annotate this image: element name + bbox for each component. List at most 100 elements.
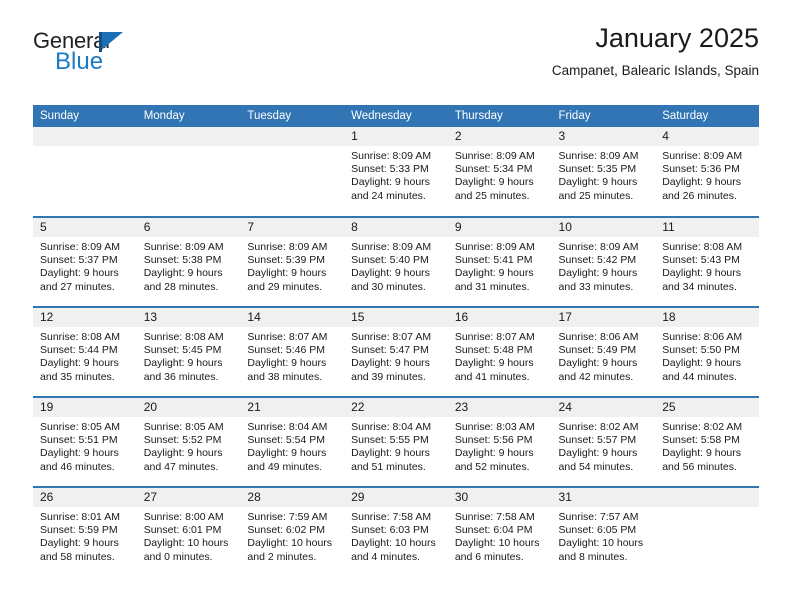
- calendar-day-cell[interactable]: 14 Sunrise: 8:07 AM Sunset: 5:46 PM Dayligh…: [240, 307, 345, 398]
- calendar-day-cell[interactable]: 5 Sunrise: 8:09 AM Sunset: 5:37 PM Daylight…: [33, 217, 137, 308]
- daylight-line: Daylight: 9 hours: [558, 267, 638, 280]
- daylight-line-cont: and 30 minutes.: [351, 280, 426, 293]
- calendar-day-cell[interactable]: 3 Sunrise: 8:09 AM Sunset: 5:35 PM Daylight…: [551, 127, 656, 218]
- day-details: [655, 507, 759, 511]
- calendar-week-row: 5 Sunrise: 8:09 AM Sunset: 5:37 PM Daylight…: [33, 217, 759, 308]
- day-number: 18: [655, 308, 759, 327]
- daylight-line: Daylight: 9 hours: [40, 267, 119, 280]
- day-number: 16: [447, 308, 552, 327]
- calendar-day-cell[interactable]: 9 Sunrise: 8:09 AM Sunset: 5:41 PM Daylight…: [447, 217, 552, 308]
- sunrise-line: Sunrise: 8:09 AM: [40, 241, 120, 253]
- daylight-line-cont: and 25 minutes.: [558, 189, 634, 202]
- calendar-day-cell[interactable]: 21 Sunrise: 8:04 AM Sunset: 5:54 PM Dayligh…: [240, 397, 345, 488]
- day-details: Sunrise: 7:59 AM Sunset: 6:02 PM Daylight:…: [240, 507, 344, 564]
- sunset-line: Sunset: 5:34 PM: [454, 163, 533, 176]
- calendar-day-cell[interactable]: 2 Sunrise: 8:09 AM Sunset: 5:34 PM Daylight…: [447, 127, 552, 218]
- calendar-day-cell[interactable]: 30 Sunrise: 7:58 AM Sunset: 6:04 PM Dayligh…: [447, 487, 552, 577]
- general-blue-logo[interactable]: General Blue: [33, 30, 263, 80]
- sunset-line: Sunset: 6:05 PM: [558, 524, 637, 537]
- calendar-day-cell[interactable]: 17 Sunrise: 8:06 AM Sunset: 5:49 PM Dayligh…: [551, 307, 656, 398]
- daylight-line-cont: and 54 minutes.: [558, 460, 634, 473]
- sunset-line: Sunset: 5:55 PM: [351, 434, 429, 447]
- day-number: 23: [447, 398, 552, 417]
- calendar-day-cell[interactable]: 18 Sunrise: 8:06 AM Sunset: 5:50 PM Dayligh…: [655, 307, 759, 398]
- calendar-week-row: 1 Sunrise: 8:09 AM Sunset: 5:33 PM Daylight…: [33, 127, 759, 218]
- sunrise-line: Sunrise: 8:09 AM: [247, 241, 328, 253]
- day-number: 28: [240, 488, 345, 507]
- calendar-day-cell[interactable]: 29 Sunrise: 7:58 AM Sunset: 6:03 PM Dayligh…: [344, 487, 448, 577]
- calendar-day-cell[interactable]: 24 Sunrise: 8:02 AM Sunset: 5:57 PM Dayligh…: [551, 397, 656, 488]
- calendar-day-cell[interactable]: 4 Sunrise: 8:09 AM Sunset: 5:36 PM Daylight…: [655, 127, 759, 218]
- day-details: [33, 146, 137, 150]
- daylight-line-cont: and 46 minutes.: [40, 460, 115, 473]
- daylight-line-cont: and 25 minutes.: [454, 189, 530, 202]
- calendar-header-row: Sunday Monday Tuesday Wednesday Thursday…: [33, 105, 759, 127]
- sunrise-line: Sunrise: 8:01 AM: [40, 511, 120, 523]
- day-number: 11: [655, 218, 759, 237]
- sunset-line: Sunset: 5:39 PM: [247, 254, 326, 267]
- calendar-day-cell[interactable]: 12 Sunrise: 8:08 AM Sunset: 5:44 PM Dayligh…: [33, 307, 137, 398]
- calendar-day-cell[interactable]: 23 Sunrise: 8:03 AM Sunset: 5:56 PM Dayligh…: [447, 397, 552, 488]
- day-number: 29: [344, 488, 448, 507]
- calendar-body: 1 Sunrise: 8:09 AM Sunset: 5:33 PM Daylight…: [33, 127, 759, 577]
- day-number: 7: [240, 218, 345, 237]
- calendar-day-cell[interactable]: 20 Sunrise: 8:05 AM Sunset: 5:52 PM Dayligh…: [136, 397, 241, 488]
- calendar-day-cell[interactable]: 1 Sunrise: 8:09 AM Sunset: 5:33 PM Daylight…: [344, 127, 448, 218]
- calendar-day-cell[interactable]: 26 Sunrise: 8:01 AM Sunset: 5:59 PM Dayligh…: [33, 487, 137, 577]
- daylight-line: Daylight: 9 hours: [454, 267, 534, 280]
- day-details: Sunrise: 7:58 AM Sunset: 6:04 PM Daylight:…: [448, 507, 552, 564]
- calendar-day-cell[interactable]: 19 Sunrise: 8:05 AM Sunset: 5:51 PM Dayligh…: [33, 397, 137, 488]
- daylight-line: Daylight: 9 hours: [662, 267, 742, 280]
- daylight-line: Daylight: 10 hours: [454, 537, 540, 550]
- day-details: Sunrise: 8:09 AM Sunset: 5:37 PM Daylight:…: [33, 237, 137, 294]
- sunset-line: Sunset: 6:01 PM: [143, 524, 222, 537]
- day-details: Sunrise: 8:09 AM Sunset: 5:36 PM Daylight:…: [655, 146, 759, 203]
- calendar-day-cell[interactable]: 28 Sunrise: 7:59 AM Sunset: 6:02 PM Dayligh…: [240, 487, 345, 577]
- calendar-day-cell[interactable]: 22 Sunrise: 8:04 AM Sunset: 5:55 PM Dayligh…: [344, 397, 448, 488]
- sunrise-line: Sunrise: 8:09 AM: [454, 241, 535, 253]
- sunset-line: Sunset: 5:35 PM: [558, 163, 637, 176]
- calendar-day-cell[interactable]: 13 Sunrise: 8:08 AM Sunset: 5:45 PM Dayligh…: [136, 307, 241, 398]
- day-details: Sunrise: 8:05 AM Sunset: 5:52 PM Daylight:…: [137, 417, 241, 474]
- day-number: 12: [33, 308, 137, 327]
- sunrise-line: Sunrise: 8:09 AM: [351, 241, 432, 253]
- daylight-line-cont: and 24 minutes.: [351, 189, 426, 202]
- calendar-day-cell[interactable]: 15 Sunrise: 8:07 AM Sunset: 5:47 PM Dayligh…: [344, 307, 448, 398]
- calendar-day-cell[interactable]: 8 Sunrise: 8:09 AM Sunset: 5:40 PM Daylight…: [344, 217, 448, 308]
- calendar-day-cell[interactable]: 27 Sunrise: 8:00 AM Sunset: 6:01 PM Dayligh…: [136, 487, 241, 577]
- daylight-line-cont: and 42 minutes.: [558, 370, 634, 383]
- daylight-line-cont: and 58 minutes.: [40, 550, 115, 563]
- calendar-day-cell[interactable]: 25 Sunrise: 8:02 AM Sunset: 5:58 PM Dayligh…: [655, 397, 759, 488]
- day-details: Sunrise: 8:08 AM Sunset: 5:44 PM Daylight:…: [33, 327, 137, 384]
- calendar-day-cell[interactable]: 6 Sunrise: 8:09 AM Sunset: 5:38 PM Daylight…: [136, 217, 241, 308]
- calendar-day-cell[interactable]: 16 Sunrise: 8:07 AM Sunset: 5:48 PM Dayligh…: [447, 307, 552, 398]
- calendar-day-cell[interactable]: 10 Sunrise: 8:09 AM Sunset: 5:42 PM Dayligh…: [551, 217, 656, 308]
- daylight-line-cont: and 51 minutes.: [351, 460, 426, 473]
- daylight-line: Daylight: 9 hours: [247, 357, 327, 370]
- calendar-table: Sunday Monday Tuesday Wednesday Thursday…: [33, 105, 759, 577]
- sunrise-line: Sunrise: 8:05 AM: [40, 421, 120, 433]
- daylight-line: Daylight: 9 hours: [351, 267, 430, 280]
- calendar-day-cell[interactable]: 31 Sunrise: 7:57 AM Sunset: 6:05 PM Dayligh…: [551, 487, 656, 577]
- daylight-line-cont: and 56 minutes.: [662, 460, 737, 473]
- day-number: 3: [551, 127, 656, 146]
- day-number: 2: [447, 127, 552, 146]
- daylight-line: Daylight: 9 hours: [558, 357, 638, 370]
- day-details: Sunrise: 8:09 AM Sunset: 5:33 PM Daylight:…: [344, 146, 448, 203]
- calendar-week-row: 26 Sunrise: 8:01 AM Sunset: 5:59 PM Dayligh…: [33, 487, 759, 577]
- daylight-line-cont: and 0 minutes.: [143, 550, 213, 563]
- daylight-line: Daylight: 9 hours: [143, 447, 223, 460]
- calendar-day-cell[interactable]: 11 Sunrise: 8:08 AM Sunset: 5:43 PM Dayligh…: [655, 217, 759, 308]
- sunrise-line: Sunrise: 8:06 AM: [558, 331, 639, 343]
- sunset-line: Sunset: 5:56 PM: [454, 434, 533, 447]
- day-details: Sunrise: 8:07 AM Sunset: 5:46 PM Daylight:…: [240, 327, 344, 384]
- calendar-day-cell[interactable]: 7 Sunrise: 8:09 AM Sunset: 5:39 PM Daylight…: [240, 217, 345, 308]
- sunrise-line: Sunrise: 8:02 AM: [662, 421, 743, 433]
- daylight-line-cont: and 49 minutes.: [247, 460, 323, 473]
- daylight-line: Daylight: 9 hours: [454, 176, 534, 189]
- daylight-line-cont: and 41 minutes.: [454, 370, 530, 383]
- sunset-line: Sunset: 5:41 PM: [454, 254, 533, 267]
- day-number: 25: [655, 398, 759, 417]
- daylight-line-cont: and 39 minutes.: [351, 370, 426, 383]
- daylight-line: Daylight: 9 hours: [558, 447, 638, 460]
